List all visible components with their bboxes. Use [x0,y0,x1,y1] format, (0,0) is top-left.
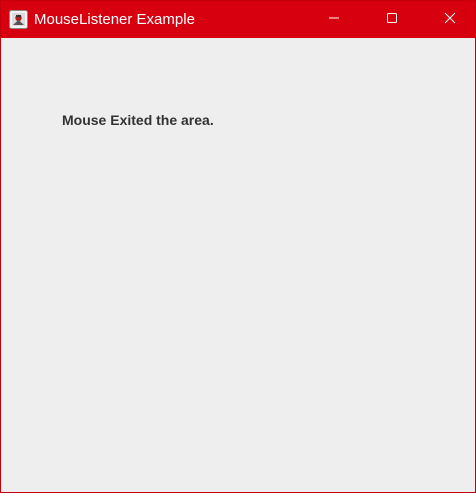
minimize-button[interactable] [305,1,363,38]
close-icon [444,11,456,29]
maximize-button[interactable] [363,1,421,38]
app-window: MouseListener Example Mouse Exited the a… [0,0,476,493]
java-app-icon[interactable] [9,10,28,29]
close-button[interactable] [421,1,476,38]
title-bar[interactable]: MouseListener Example [1,1,475,38]
minimize-icon [328,11,340,29]
content-area[interactable]: Mouse Exited the area. [1,38,475,492]
status-label: Mouse Exited the area. [62,112,214,128]
maximize-icon [386,11,398,29]
window-title: MouseListener Example [34,11,195,28]
